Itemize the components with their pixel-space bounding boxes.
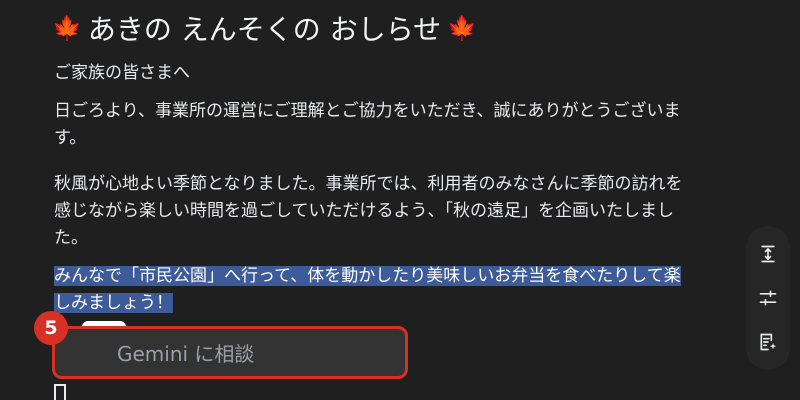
expand-vertical-button[interactable] xyxy=(750,236,786,272)
document-body: 🍁 あきの えんそくの おしらせ 🍁 ご家族の皆さまへ 日ごろより、事業所の運営… xyxy=(0,0,800,400)
gemini-ask-label: Gemini に相談 xyxy=(117,342,255,366)
gemini-ask-button[interactable]: Gemini に相談 xyxy=(52,326,408,379)
add-notes-button[interactable] xyxy=(750,324,786,360)
highlighted-paragraph[interactable]: みんなで「市民公園」へ行って、体を動かしたり美味しいお弁当を食べたりして楽しみま… xyxy=(54,263,694,317)
add-notes-icon xyxy=(760,333,777,351)
plan-paragraph: 秋風が心地よい季節となりました。事業所では、利用者のみなさんに季節の訪れを感じな… xyxy=(54,174,683,248)
intro-paragraph: 日ごろより、事業所の運営にご理解とご協力をいただき、誠にありがとうございます。 xyxy=(54,101,681,148)
expand-vertical-icon xyxy=(761,245,775,263)
step-badge: 5 xyxy=(34,311,68,345)
page-title-text: あきの えんそくの おしらせ xyxy=(87,13,442,46)
checkbox-icon xyxy=(54,384,66,400)
selected-text[interactable]: みんなで「市民公園」へ行って、体を動かしたり美味しいお弁当を食べたりして楽しみま… xyxy=(54,266,681,313)
page-title: 🍁 あきの えんそくの おしらせ 🍁 xyxy=(52,8,477,48)
truncated-text xyxy=(118,392,158,400)
tune-sliders-icon xyxy=(759,290,777,306)
greeting-paragraph: ご家族の皆さまへ xyxy=(54,63,190,83)
tune-button[interactable] xyxy=(750,280,786,316)
side-toolbar xyxy=(746,226,790,370)
maple-leaf-icon: 🍁 xyxy=(52,14,82,42)
maple-leaf-icon: 🍁 xyxy=(447,14,478,42)
